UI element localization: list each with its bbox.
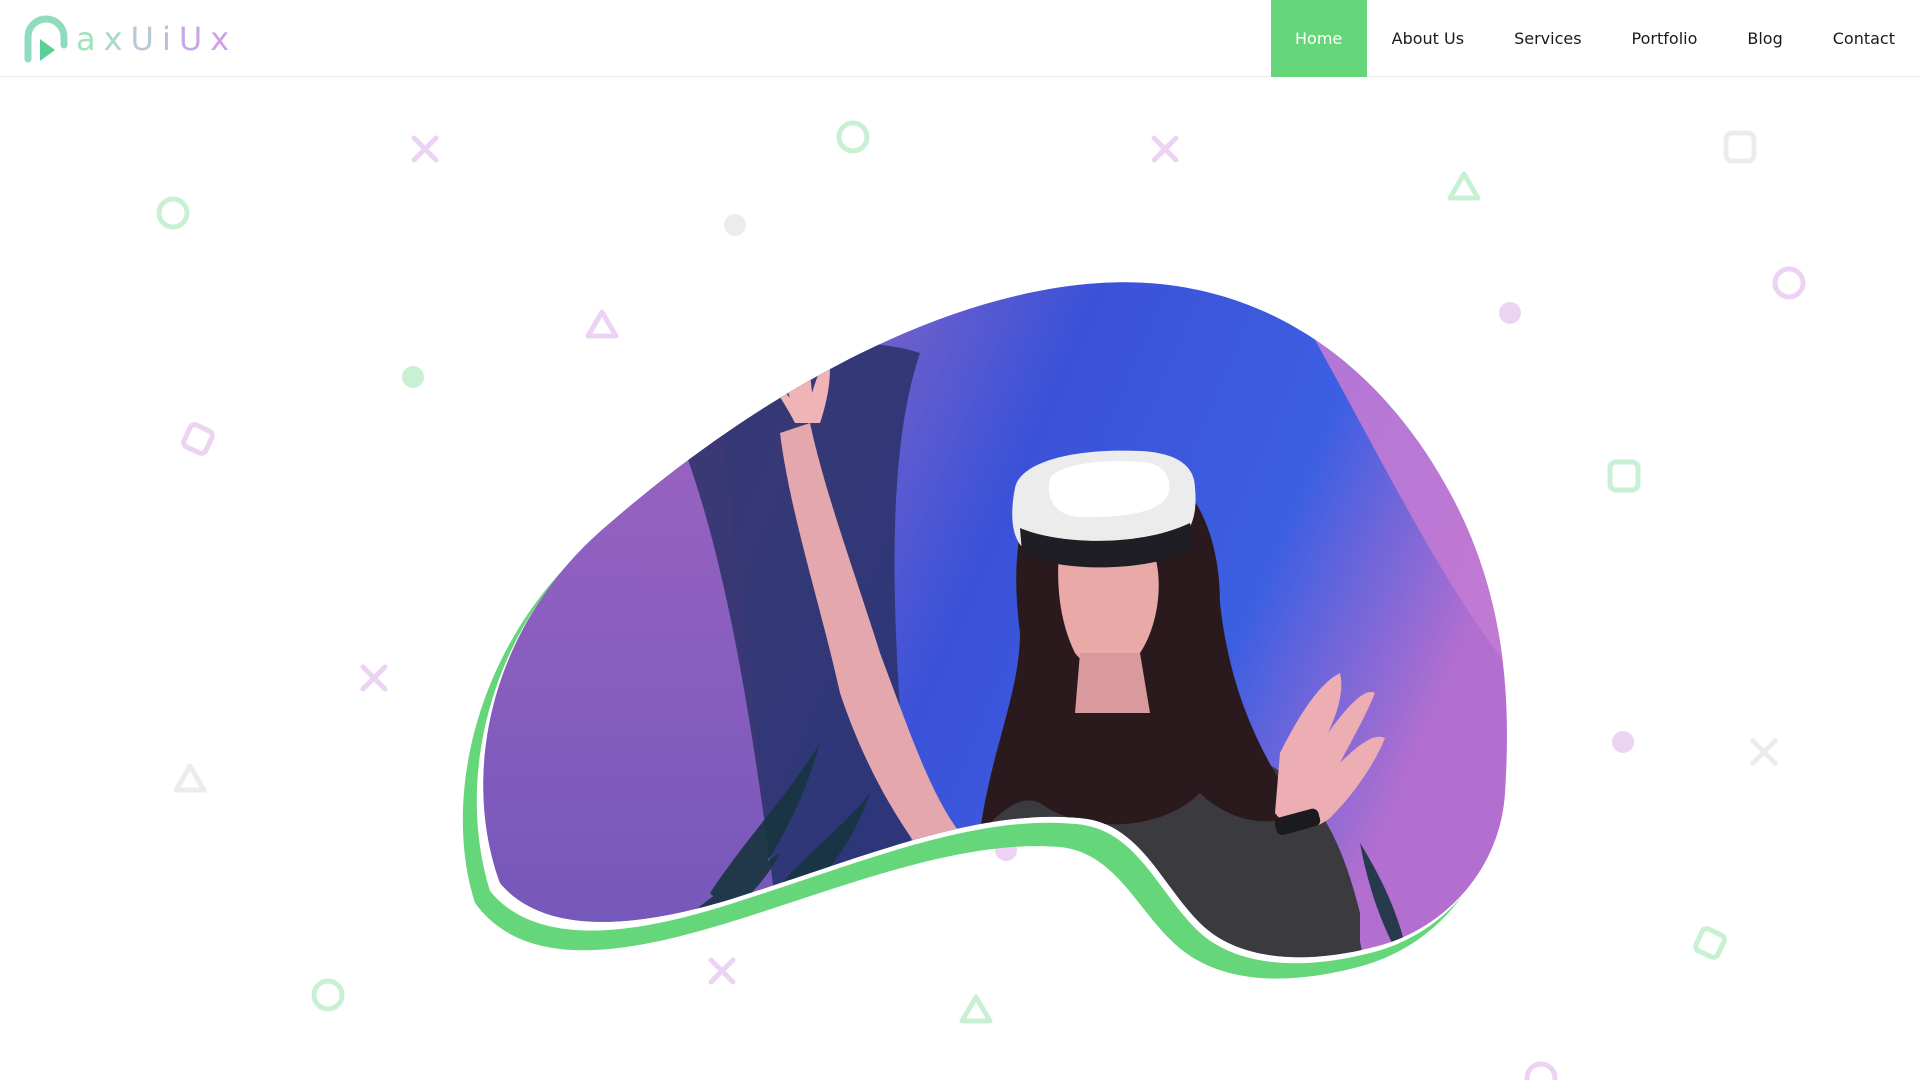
hero-vr-image <box>462 282 1507 979</box>
nav-item-services[interactable]: Services <box>1489 0 1606 77</box>
decor-triangle-icon <box>1447 171 1481 201</box>
decor-x-icon <box>1151 135 1179 163</box>
decor-ring-icon <box>836 120 870 154</box>
decor-square-icon <box>1607 459 1641 493</box>
decor-diamond-icon <box>181 422 215 456</box>
logo-letter: x <box>103 20 131 58</box>
logo-mark-icon <box>24 15 68 63</box>
decor-dot-icon <box>402 366 424 388</box>
nav-item-about-us[interactable]: About Us <box>1367 0 1489 77</box>
logo-letter: x <box>210 20 238 58</box>
nav-item-portfolio[interactable]: Portfolio <box>1607 0 1723 77</box>
decor-ring-icon <box>156 196 190 230</box>
logo-wordmark: a x U i U x <box>76 23 237 55</box>
nav-item-home[interactable]: Home <box>1270 0 1367 77</box>
decor-x-icon <box>1750 738 1778 766</box>
brand-logo[interactable]: a x U i U x <box>22 14 237 64</box>
decor-x-icon <box>411 135 439 163</box>
decor-ring-icon <box>1772 266 1806 300</box>
nav-item-blog[interactable]: Blog <box>1722 0 1807 77</box>
decor-square-icon <box>1723 130 1757 164</box>
decor-triangle-icon <box>173 763 207 793</box>
decor-ring-icon <box>1524 1061 1558 1080</box>
logo-letter: a <box>76 20 104 58</box>
nav-item-contact[interactable]: Contact <box>1808 0 1920 77</box>
logo-letter: U <box>130 20 162 58</box>
decor-diamond-icon <box>1693 926 1727 960</box>
hero-section <box>0 78 1920 1080</box>
logo-letter: i <box>161 20 179 58</box>
decor-dot-icon <box>724 214 746 236</box>
decor-dot-icon <box>1612 731 1634 753</box>
logo-letter: U <box>178 20 211 58</box>
decor-x-icon <box>360 664 388 692</box>
site-header: a x U i U x Home About Us Services Portf… <box>0 0 1920 77</box>
main-nav: Home About Us Services Portfolio Blog Co… <box>1270 0 1920 77</box>
decor-ring-icon <box>311 978 345 1012</box>
